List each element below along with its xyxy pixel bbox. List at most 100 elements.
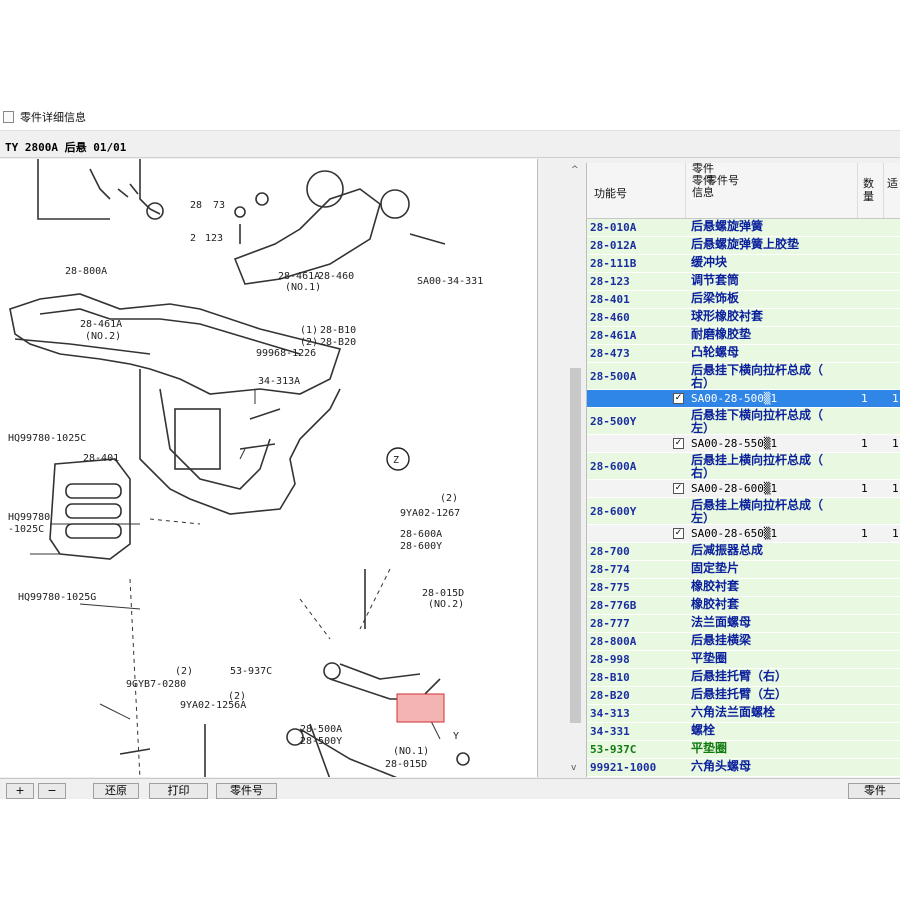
diagram-callout-label[interactable]: 28: [190, 200, 202, 211]
diagram-callout-label[interactable]: HQ99780-1025C: [8, 433, 86, 444]
diagram-callout-label[interactable]: 28-500Y: [300, 736, 342, 747]
diagram-callout-label[interactable]: 53-937C: [230, 666, 272, 677]
part-function-code: 28-B10: [590, 671, 630, 684]
part-function-code: 28-461A: [590, 329, 637, 342]
scroll-down-arrow[interactable]: v: [571, 763, 576, 773]
part-row[interactable]: 28-776B 橡胶衬套: [587, 597, 900, 615]
diagram-callout-label[interactable]: 28-600A: [400, 529, 442, 540]
diagram-callout-label[interactable]: 28-015D: [385, 759, 427, 770]
diagram-callout-label[interactable]: 9YA02-1256A: [180, 700, 246, 711]
part-row[interactable]: 34-313 六角法兰面螺栓: [587, 705, 900, 723]
diagram-callout-label[interactable]: 28-800A: [65, 266, 107, 277]
part-row[interactable]: 53-937C 平垫圈: [587, 741, 900, 759]
part-row[interactable]: 28-500Y 后悬挂下横向拉杆总成（ 左）: [587, 408, 900, 435]
diagram-callout-label[interactable]: 28-460: [318, 271, 354, 282]
zoom-out-button[interactable]: −: [38, 783, 66, 799]
diagram-callout-label[interactable]: 99968-1226: [256, 348, 316, 359]
variant-checkbox[interactable]: ✓: [673, 438, 684, 449]
scroll-up-arrow[interactable]: ^: [571, 165, 579, 175]
exploded-parts-diagram[interactable]: 28 73 2 123 28-461A (NO.2) 28-800A 28-461A (NO.1…: [0, 159, 538, 777]
variant-checkbox[interactable]: ✓: [673, 528, 684, 539]
part-right-button[interactable]: 零件: [848, 783, 900, 799]
part-row[interactable]: 28-800A 后悬挂横梁: [587, 633, 900, 651]
part-variant-row[interactable]: ✓ SA00-28-650▒1 1 1: [587, 525, 900, 543]
diagram-callout-label[interactable]: 123: [205, 233, 223, 244]
diagram-callout-label[interactable]: 28-500A: [300, 724, 342, 735]
part-row[interactable]: 28-461A 耐磨橡胶垫: [587, 327, 900, 345]
part-row[interactable]: 28-123 调节套筒: [587, 273, 900, 291]
part-number-button[interactable]: 零件号: [216, 783, 277, 799]
diagram-callout-label[interactable]: (NO.2): [85, 331, 121, 342]
diagram-callout-label[interactable]: SA00-34-331: [417, 276, 483, 287]
part-function-code: 34-331: [590, 725, 630, 738]
scroll-thumb[interactable]: [570, 368, 581, 723]
diagram-callout-label[interactable]: (2): [300, 337, 318, 348]
part-row[interactable]: 28-012A 后悬螺旋弹簧上胶垫: [587, 237, 900, 255]
part-row[interactable]: 28-700 后减振器总成: [587, 543, 900, 561]
diagram-callout-label[interactable]: 73: [213, 200, 225, 211]
diagram-callout-label[interactable]: 28-015D: [422, 588, 464, 599]
part-row[interactable]: 34-331 螺栓: [587, 723, 900, 741]
diagram-callout-label[interactable]: 28-461A: [80, 319, 122, 330]
part-row[interactable]: 28-600Y 后悬挂上横向拉杆总成（ 左）: [587, 498, 900, 525]
diagram-callout-label[interactable]: (NO.2): [428, 599, 464, 610]
zoom-in-button[interactable]: +: [6, 783, 34, 799]
header-quantity[interactable]: 数量: [863, 177, 877, 203]
header-function-code[interactable]: 功能号: [594, 185, 627, 201]
part-function-code: 53-937C: [590, 743, 637, 756]
part-name: 缓冲块: [691, 255, 728, 269]
part-row[interactable]: 28-775 橡胶衬套: [587, 579, 900, 597]
variant-quantity: 1: [861, 437, 868, 450]
diagram-callout-label[interactable]: 34-313A: [258, 376, 300, 387]
app-icon: [3, 111, 14, 123]
part-row[interactable]: 28-B20 后悬挂托臂（左）: [587, 687, 900, 705]
restore-button[interactable]: 还原: [93, 783, 139, 799]
variant-checkbox[interactable]: ✓: [673, 393, 684, 404]
header-part-name[interactable]: 零件 零件 零件号 信息: [692, 163, 762, 199]
part-row[interactable]: 28-500A 后悬挂下横向拉杆总成（ 右）: [587, 363, 900, 390]
diagram-callout-label[interactable]: 2: [190, 233, 196, 244]
diagram-callout-label[interactable]: (1): [300, 325, 318, 336]
diagram-callout-label[interactable]: -1025C: [8, 524, 44, 535]
diagram-callout-label[interactable]: 28-461A: [278, 271, 320, 282]
part-row[interactable]: 28-010A 后悬螺旋弹簧: [587, 219, 900, 237]
diagram-callout-label[interactable]: (2): [175, 666, 193, 677]
part-variant-row[interactable]: ✓ SA00-28-550▒1 1 1: [587, 435, 900, 453]
diagram-callout-label[interactable]: 28-600Y: [400, 541, 442, 552]
diagram-callout-label[interactable]: (NO.1): [285, 282, 321, 293]
part-row[interactable]: 28-B10 后悬挂托臂（右）: [587, 669, 900, 687]
part-row[interactable]: 28-600A 后悬挂上横向拉杆总成（ 右）: [587, 453, 900, 480]
part-row[interactable]: 28-460 球形橡胶衬套: [587, 309, 900, 327]
diagram-callout-label[interactable]: 28-B20: [320, 337, 356, 348]
diagram-callout-label[interactable]: Y: [453, 731, 459, 742]
part-row[interactable]: 28-111B 缓冲块: [587, 255, 900, 273]
diagram-callout-label[interactable]: 28-B10: [320, 325, 356, 336]
part-variant-row[interactable]: ✓ SA00-28-500▒1 1 1: [587, 390, 900, 408]
part-row[interactable]: 28-473 凸轮螺母: [587, 345, 900, 363]
part-row[interactable]: 28-777 法兰面螺母: [587, 615, 900, 633]
diagram-callout-label[interactable]: 9GYB7-0280: [126, 679, 186, 690]
print-button[interactable]: 打印: [149, 783, 208, 799]
diagram-callout-label[interactable]: (2): [440, 493, 458, 504]
part-variant-row[interactable]: ✓ SA00-28-600▒1 1 1: [587, 480, 900, 498]
part-function-code: 28-600A: [590, 460, 637, 473]
parts-table-rows: 28-010A 后悬螺旋弹簧 28-012A 后悬螺旋弹簧上胶垫 28-111B 缓冲块 2…: [587, 219, 900, 777]
diagram-callout-label[interactable]: 28-401: [83, 453, 119, 464]
part-row[interactable]: 28-401 后梁饰板: [587, 291, 900, 309]
part-row[interactable]: 99921-1000 六角头螺母: [587, 759, 900, 777]
part-row[interactable]: 28-998 平垫圈: [587, 651, 900, 669]
variant-checkbox[interactable]: ✓: [673, 483, 684, 494]
part-row[interactable]: 28-774 固定垫片: [587, 561, 900, 579]
parts-table-header: 功能号 零件 零件 零件号 信息 数量 适: [587, 163, 900, 219]
model-info-text: TY 2800A 后悬 01/01: [5, 141, 127, 154]
diagram-callout-label[interactable]: HQ99780: [8, 512, 50, 523]
diagram-callout-label[interactable]: (NO.1): [393, 746, 429, 757]
header-extra[interactable]: 适: [887, 177, 900, 190]
diagram-vertical-scrollbar[interactable]: ^ v: [568, 163, 583, 777]
variant-extra: 1: [892, 437, 899, 450]
diagram-callout-label[interactable]: Z: [393, 455, 399, 466]
diagram-callout-label[interactable]: HQ99780-1025G: [18, 592, 96, 603]
diagram-callout-label[interactable]: 9YA02-1267: [400, 508, 460, 519]
part-function-code: 28-775: [590, 581, 630, 594]
variant-extra: 1: [892, 527, 899, 540]
